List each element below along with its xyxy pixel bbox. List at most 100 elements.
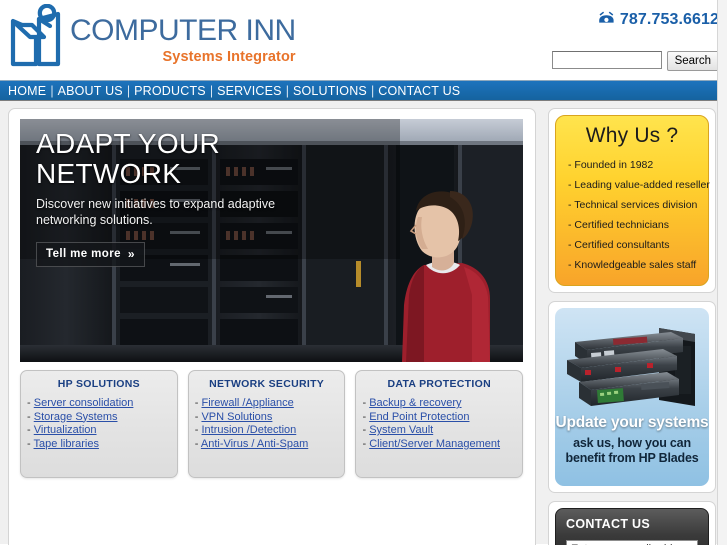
service-link[interactable]: Intrusion /Detection xyxy=(201,424,296,436)
service-link[interactable]: Client/Server Management xyxy=(369,438,500,450)
list-item: - Knowledgeable sales staff xyxy=(566,255,698,275)
page-scrollbar[interactable] xyxy=(717,0,727,545)
email-field[interactable] xyxy=(566,540,698,545)
list-item: - Founded in 1982 xyxy=(566,155,698,175)
bullet-dash: - xyxy=(362,437,367,450)
logo-subtitle: Systems Integrator xyxy=(162,49,296,65)
nav-item-solutions[interactable]: SOLUTIONS xyxy=(290,84,370,98)
hero-banner[interactable]: ADAPT YOUR NETWORK Discover new initiati… xyxy=(20,119,523,362)
list-item: - Intrusion /Detection xyxy=(195,424,339,438)
phone-number[interactable]: 787.753.6612 xyxy=(620,11,719,29)
service-link-list: - Backup & recovery - End Point Protecti… xyxy=(362,397,516,451)
bullet-dash: - xyxy=(568,239,572,251)
search-input[interactable] xyxy=(551,51,662,69)
why-us-item-label: Certified technicians xyxy=(574,219,669,231)
site-header: COMPUTER INN Systems Integrator 787.753.… xyxy=(0,0,727,80)
hero-subtext: Discover new initiatives to expand adapt… xyxy=(36,197,276,227)
nav-item-home[interactable]: HOME xyxy=(5,84,49,98)
list-item: - Virtualization xyxy=(27,424,171,438)
service-link[interactable]: Server consolidation xyxy=(34,397,134,409)
bullet-dash: - xyxy=(362,410,367,423)
person-reading-book-icon xyxy=(6,3,68,74)
hero-headline-line1: ADAPT YOUR xyxy=(36,128,221,159)
contact-us-panel: CONTACT US xyxy=(555,508,709,545)
service-link[interactable]: Anti-Virus / Anti-Spam xyxy=(201,438,308,450)
list-item: - Certified consultants xyxy=(566,235,698,255)
bullet-dash: - xyxy=(27,397,31,409)
logo-title: COMPUTER INN xyxy=(70,14,296,47)
bullet-dash: - xyxy=(568,199,572,211)
list-item: - End Point Protection xyxy=(362,411,516,425)
search-form: Search xyxy=(551,51,719,71)
main-content-panel: ADAPT YOUR NETWORK Discover new initiati… xyxy=(8,108,536,545)
bullet-dash: - xyxy=(568,179,572,191)
bullet-dash: - xyxy=(194,410,199,423)
nav-item-products[interactable]: PRODUCTS xyxy=(131,84,209,98)
service-link[interactable]: Firewall /Appliance xyxy=(201,397,293,409)
service-link[interactable]: Tape libraries xyxy=(34,438,99,450)
service-box-title: DATA PROTECTION xyxy=(387,378,491,390)
list-item: - Leading value-added reseller xyxy=(566,175,710,195)
why-us-item-label: Leading value-added reseller xyxy=(574,179,710,191)
hero-headline-line2: NETWORK xyxy=(36,158,182,189)
page-body: ADAPT YOUR NETWORK Discover new initiati… xyxy=(0,101,727,545)
bullet-dash: - xyxy=(194,397,199,409)
service-link[interactable]: Storage Systems xyxy=(34,411,118,423)
contact-us-title: CONTACT US xyxy=(566,517,651,531)
search-button[interactable]: Search xyxy=(666,51,719,71)
bullet-dash: - xyxy=(568,159,572,171)
page-root: COMPUTER INN Systems Integrator 787.753.… xyxy=(0,0,727,545)
bullet-dash: - xyxy=(568,259,572,271)
promo-caption-detail: ask us, how you can benefit from HP Blad… xyxy=(555,436,709,465)
list-item: - Client/Server Management xyxy=(362,438,516,452)
why-us-item-label: Technical services division xyxy=(574,199,698,211)
service-box-network-security: NETWORK SECURITY - Firewall /Appliance -… xyxy=(187,370,346,478)
tell-me-more-button[interactable]: Tell me more » xyxy=(36,242,145,267)
list-item: - Firewall /Appliance xyxy=(195,397,339,411)
nav-item-contact-us[interactable]: CONTACT US xyxy=(375,84,463,98)
service-box-title: HP SOLUTIONS xyxy=(57,378,140,390)
main-navigation: HOME | ABOUT US | PRODUCTS | SERVICES | … xyxy=(0,80,727,101)
why-us-card: Why Us ? - Founded in 1982 - Leading val… xyxy=(548,108,716,293)
service-link[interactable]: System Vault xyxy=(369,424,433,436)
nav-item-services[interactable]: SERVICES xyxy=(214,84,285,98)
service-link-list: - Firewall /Appliance - VPN Solutions - … xyxy=(195,397,339,451)
service-link[interactable]: End Point Protection xyxy=(369,411,469,423)
why-us-item-label: Certified consultants xyxy=(574,239,670,251)
bullet-dash: - xyxy=(27,410,31,423)
list-item: - VPN Solutions xyxy=(195,411,339,425)
sidebar: Why Us ? - Founded in 1982 - Leading val… xyxy=(548,108,716,545)
service-box-title: NETWORK SECURITY xyxy=(209,378,325,390)
promo-caption-line2: benefit from HP Blades xyxy=(565,450,699,465)
list-item: - Storage Systems xyxy=(27,411,171,425)
service-link[interactable]: Backup & recovery xyxy=(369,397,461,409)
why-us-title: Why Us ? xyxy=(585,124,679,147)
bullet-dash: - xyxy=(568,219,572,231)
service-boxes: HP SOLUTIONS - Server consolidation - St… xyxy=(20,370,523,478)
bullet-dash: - xyxy=(27,437,31,450)
bullet-dash: - xyxy=(362,397,367,409)
list-item: - System Vault xyxy=(362,424,516,438)
double-chevron-right-icon: » xyxy=(127,247,135,261)
nav-item-about-us[interactable]: ABOUT US xyxy=(55,84,126,98)
promo-caption-main: Update your systems xyxy=(555,414,709,431)
tell-me-more-label: Tell me more xyxy=(46,248,121,260)
list-item: - Tape libraries xyxy=(27,438,171,452)
hp-blades-promo[interactable]: Update your systems ask us, how you can … xyxy=(555,308,709,486)
bullet-dash: - xyxy=(194,437,199,450)
list-item: - Technical services division xyxy=(566,195,698,215)
site-logo[interactable]: COMPUTER INN Systems Integrator xyxy=(6,3,296,74)
bullet-dash: - xyxy=(194,424,199,436)
why-us-list: - Founded in 1982 - Leading value-added … xyxy=(566,155,710,275)
hp-blade-servers-icon xyxy=(567,328,695,406)
why-us-item-label: Knowledgeable sales staff xyxy=(574,259,697,271)
service-link[interactable]: Virtualization xyxy=(34,424,97,436)
why-us-item-label: Founded in 1982 xyxy=(574,159,654,171)
bullet-dash: - xyxy=(362,424,367,436)
service-box-hp-solutions: HP SOLUTIONS - Server consolidation - St… xyxy=(20,370,178,478)
promo-card[interactable]: Update your systems ask us, how you can … xyxy=(548,301,716,493)
promo-caption-line1: ask us, how you can xyxy=(573,436,691,450)
contact-us-card: CONTACT US xyxy=(548,501,716,545)
service-link[interactable]: VPN Solutions xyxy=(201,411,272,423)
list-item: - Anti-Virus / Anti-Spam xyxy=(195,438,339,452)
